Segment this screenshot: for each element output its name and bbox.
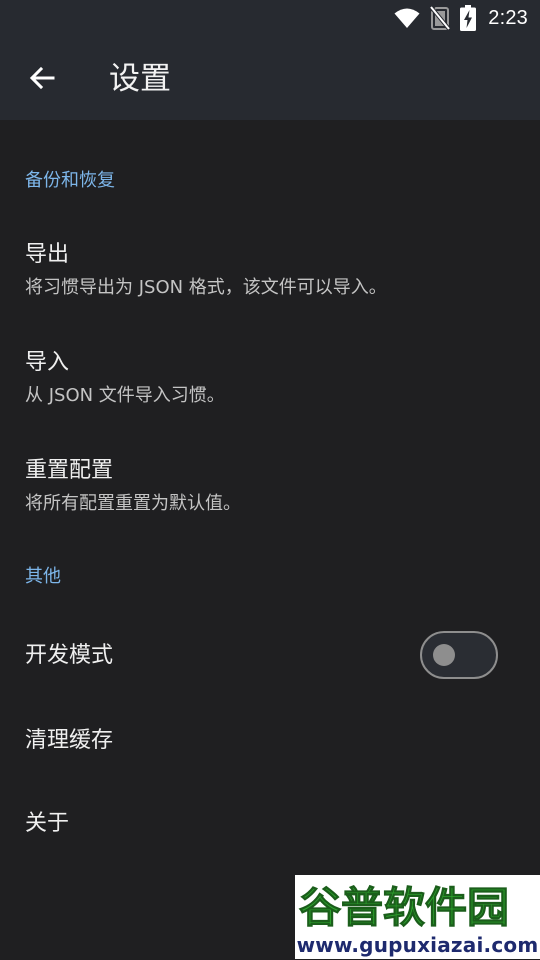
pref-export[interactable]: 导出 将习惯导出为 JSON 格式，该文件可以导入。 [0,222,540,314]
pref-clear-cache[interactable]: 清理缓存 [0,702,540,782]
watermark-logo-text: 谷普软件园 [299,883,509,932]
pref-about[interactable]: 关于 [0,786,540,866]
pref-title: 开发模式 [25,643,114,668]
watermark-url: www.gupuxiazai.com [295,931,540,959]
status-bar: 2:23 [0,0,540,36]
app-bar: 设置 [0,36,540,120]
arrow-left-icon [28,64,56,96]
section-header-other: 其他 [25,566,61,587]
wifi-icon [394,7,420,29]
clock: 2:23 [488,6,528,29]
battery-charging-icon [460,5,477,31]
top-app-area: 2:23 设置 [0,0,540,120]
dev-mode-toggle[interactable] [420,631,498,679]
page-title: 设置 [109,61,171,97]
watermark: 谷普软件园 www.gupuxiazai.com [295,875,540,960]
watermark-logo: 谷普软件园 [295,875,540,933]
pref-summary: 从 JSON 文件导入习惯。 [25,385,225,406]
pref-import[interactable]: 导入 从 JSON 文件导入习惯。 [0,330,540,422]
pref-title: 关于 [25,811,70,836]
status-icons: 2:23 [394,5,528,31]
pref-title: 清理缓存 [25,728,114,753]
pref-summary: 将习惯导出为 JSON 格式，该文件可以导入。 [25,277,387,298]
pref-title: 导出 [25,242,70,267]
pref-reset[interactable]: 重置配置 将所有配置重置为默认值。 [0,438,540,530]
pref-title: 重置配置 [25,458,114,483]
no-sim-icon [430,6,451,30]
section-header-backup: 备份和恢复 [25,170,115,191]
back-button[interactable] [16,54,68,106]
pref-summary: 将所有配置重置为默认值。 [25,493,241,514]
toggle-knob [433,644,455,666]
pref-title: 导入 [25,350,70,375]
